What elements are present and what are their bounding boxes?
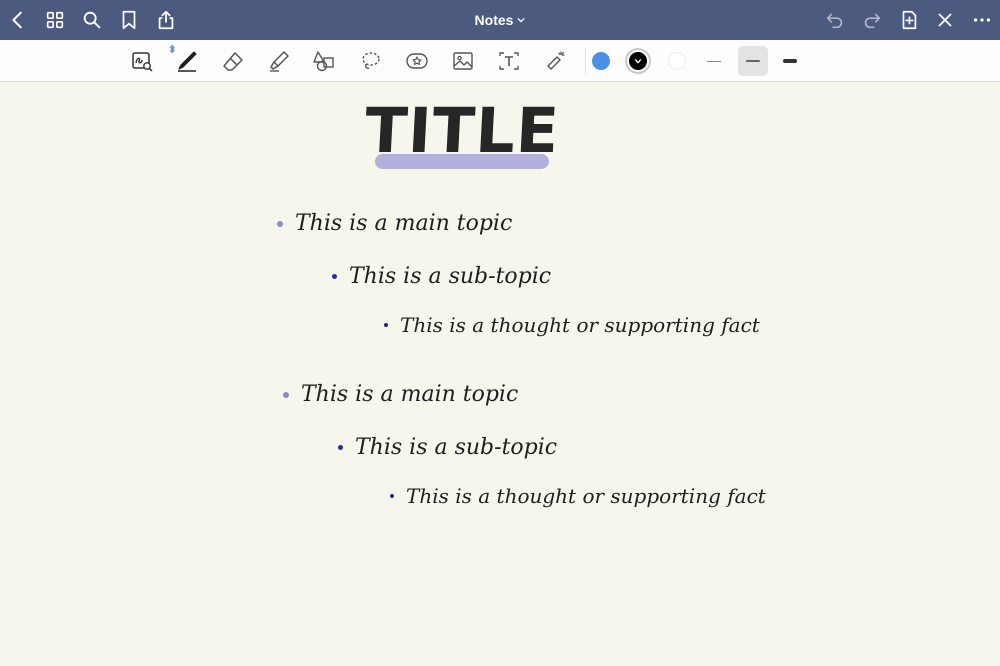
laser-pointer-tool[interactable] [540,46,570,76]
bookmark-icon [122,10,136,30]
highlighter-tool[interactable] [264,46,294,76]
thumbnails-button[interactable] [41,6,69,34]
eraser-icon [223,52,243,71]
note-title: TITLE [363,94,562,167]
back-button[interactable] [4,6,32,34]
pen-tool[interactable] [172,46,202,76]
redo-button[interactable] [858,6,886,34]
stroke-thin-preview [707,60,721,62]
stroke-thick-button[interactable] [775,46,805,76]
supporting-fact-item: This is a thought or supporting fact [390,484,766,508]
more-button[interactable] [968,6,996,34]
navigation-bar: Notes [0,0,1000,40]
add-page-button[interactable] [895,6,923,34]
bullet-dot [390,494,394,498]
more-icon [973,18,991,22]
color-swatch-white[interactable] [668,52,686,70]
pen-icon [178,51,197,72]
drawing-toolbar [0,40,1000,82]
color-swatch-black-fill [629,52,647,70]
text-icon [499,52,519,70]
bullet-dot [332,274,337,279]
document-title: Notes [474,12,514,28]
stroke-medium-preview [746,60,760,62]
grid-icon [46,11,64,29]
document-title-button[interactable]: Notes [440,0,560,40]
sub-topic-text: This is a sub-topic [355,435,558,460]
undo-icon [826,13,843,29]
main-topic-text: This is a main topic [301,382,519,407]
lasso-zoom-tool[interactable] [127,46,157,76]
supporting-fact-item: This is a thought or supporting fact [384,313,760,337]
close-icon [938,13,952,27]
supporting-fact-text: This is a thought or supporting fact [400,313,760,337]
add-page-icon [902,10,917,30]
bullet-dot [384,323,388,327]
laser-pointer-icon [547,51,565,70]
share-button[interactable] [152,6,180,34]
main-topic-text: This is a main topic [295,211,513,236]
text-tool[interactable] [494,46,524,76]
bullet-dot [283,391,289,398]
sticker-tool[interactable] [402,46,432,76]
chevron-down-icon [634,58,642,64]
bookmark-button[interactable] [115,6,143,34]
back-chevron-icon [12,11,22,29]
search-icon [83,11,101,29]
share-icon [158,10,174,30]
redo-icon [864,13,881,29]
sub-topic-text: This is a sub-topic [349,264,552,289]
bullet-dot [338,445,343,450]
sub-topic-item: This is a sub-topic [338,435,557,460]
main-topic-item: This is a main topic [277,211,512,236]
lasso-icon [362,52,380,69]
sticker-icon [406,53,428,69]
main-topic-item: This is a main topic [283,382,518,407]
supporting-fact-text: This is a thought or supporting fact [406,484,766,508]
close-button[interactable] [931,6,959,34]
shapes-icon [313,51,334,72]
highlighter-icon [270,51,289,72]
stroke-thick-preview [783,59,797,63]
undo-button[interactable] [821,6,849,34]
lasso-tool[interactable] [356,46,386,76]
stroke-medium-button[interactable] [738,46,768,76]
search-button[interactable] [78,6,106,34]
note-canvas[interactable] [0,82,1000,666]
shapes-tool[interactable] [310,46,340,76]
color-swatch-blue[interactable] [592,52,610,70]
lasso-zoom-icon [132,52,153,72]
toolbar-separator [585,48,586,74]
bullet-dot [277,220,283,227]
color-swatch-black[interactable] [625,48,651,74]
sub-topic-item: This is a sub-topic [332,264,551,289]
image-tool[interactable] [448,46,478,76]
eraser-tool[interactable] [218,46,248,76]
image-icon [453,52,473,70]
chevron-down-icon [517,17,526,23]
stroke-thin-button[interactable] [699,46,729,76]
